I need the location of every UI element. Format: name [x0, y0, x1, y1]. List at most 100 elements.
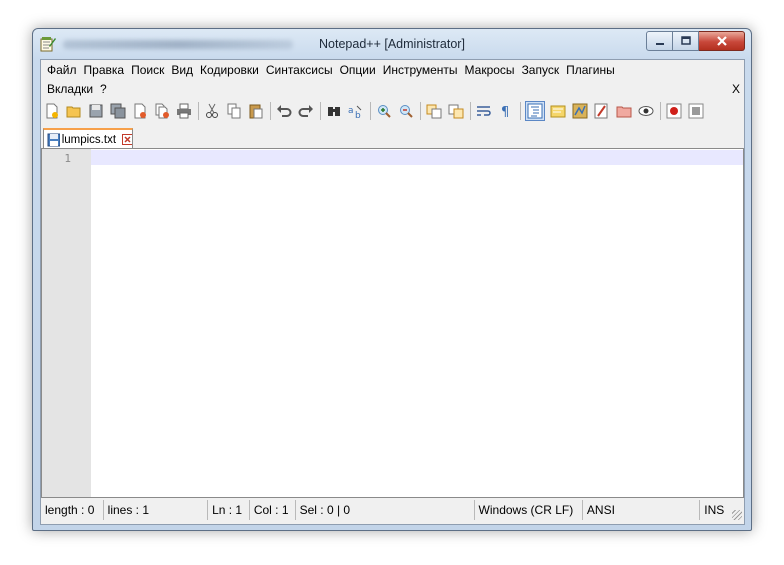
menu-language[interactable]: Синтаксисы [266, 62, 340, 79]
close-document-button[interactable]: X [732, 81, 740, 98]
menu-view[interactable]: Вид [171, 62, 200, 79]
open-file-icon [66, 106, 81, 118]
print-icon [177, 103, 191, 119]
status-selection: Sel : 0 | 0 [296, 500, 475, 520]
menu-run[interactable]: Запуск [522, 62, 567, 79]
toolbar-separator [198, 102, 199, 120]
zoom-in-button[interactable] [375, 102, 393, 120]
open-file-button[interactable] [65, 102, 83, 120]
record-macro-button[interactable] [665, 102, 683, 120]
svg-text:¶: ¶ [501, 105, 509, 119]
notepad-window: Notepad++ [Administrator] Файл Правка По… [32, 28, 752, 531]
close-icon [716, 36, 727, 46]
svg-text:b: b [355, 111, 361, 119]
redo-icon [298, 105, 313, 117]
sync-horizontal-button[interactable] [447, 102, 465, 120]
toolbar-separator [470, 102, 471, 120]
close-file-button[interactable] [131, 102, 149, 120]
close-file-icon [134, 103, 146, 119]
undo-icon [277, 105, 292, 117]
sync-vertical-icon [426, 104, 442, 119]
status-eol-format[interactable]: Windows (CR LF) [475, 500, 583, 520]
tab-bar: lumpics.txt [41, 124, 744, 149]
tab-close-icon[interactable] [122, 134, 132, 145]
function-list-button[interactable] [593, 102, 611, 120]
zoom-out-icon [400, 105, 413, 118]
show-all-chars-icon: ¶ [501, 105, 509, 119]
folder-workspace-button[interactable] [615, 102, 633, 120]
toolbar-separator [320, 102, 321, 120]
close-all-button[interactable] [153, 102, 171, 120]
redo-button[interactable] [297, 102, 315, 120]
menu-window[interactable]: Вкладки [47, 81, 100, 98]
menu-plugins[interactable]: Плагины [566, 62, 622, 79]
menu-bar: Файл Правка Поиск Вид Кодировки Синтакси… [41, 62, 744, 98]
stop-macro-icon [688, 103, 704, 119]
paste-button[interactable] [247, 102, 265, 120]
sync-horizontal-icon [448, 104, 464, 119]
function-list-icon [594, 103, 608, 119]
replace-button[interactable]: ab [347, 102, 365, 120]
save-icon [89, 104, 103, 118]
monitoring-button[interactable] [637, 102, 655, 120]
menu-settings[interactable]: Опции [340, 62, 383, 79]
menu-row-1: Файл Правка Поиск Вид Кодировки Синтакси… [47, 62, 622, 79]
print-button[interactable] [175, 102, 193, 120]
find-button[interactable] [325, 102, 343, 120]
show-all-chars-button[interactable]: ¶ [497, 102, 515, 120]
copy-button[interactable] [225, 102, 243, 120]
cut-button[interactable] [203, 102, 221, 120]
line-number-gutter: 1 [42, 149, 91, 497]
toolbar: ab ¶ [43, 100, 742, 122]
menu-edit[interactable]: Правка [84, 62, 132, 79]
resize-grip[interactable] [732, 510, 742, 520]
word-wrap-button[interactable] [475, 102, 493, 120]
tab-label: lumpics.txt [61, 133, 117, 146]
menu-search[interactable]: Поиск [131, 62, 171, 79]
replace-icon: ab [348, 105, 362, 119]
text-editor[interactable]: 1 [41, 148, 744, 498]
indent-guide-button[interactable] [525, 101, 545, 121]
menu-macro[interactable]: Макросы [465, 62, 522, 79]
minimize-button[interactable] [646, 31, 673, 51]
tab-lumpics-txt[interactable]: lumpics.txt [43, 128, 133, 149]
menu-tools[interactable]: Инструменты [383, 62, 465, 79]
menu-encoding[interactable]: Кодировки [200, 62, 266, 79]
status-line-number: Ln : 1 [208, 500, 250, 520]
folder-workspace-icon [616, 106, 632, 118]
menu-row-2: Вкладки ? [47, 81, 114, 98]
monitoring-icon [638, 106, 654, 116]
maximize-button[interactable] [673, 31, 699, 51]
paste-icon [249, 104, 263, 119]
undo-button[interactable] [275, 102, 293, 120]
cut-icon [206, 103, 218, 118]
save-button[interactable] [87, 102, 105, 120]
new-file-button[interactable] [43, 102, 61, 120]
doc-map-button[interactable] [571, 102, 589, 120]
stop-macro-button[interactable] [687, 102, 705, 120]
title-bar[interactable]: Notepad++ [Administrator] [33, 29, 751, 59]
toolbar-separator [420, 102, 421, 120]
current-line-highlight [91, 150, 743, 165]
record-macro-icon [666, 103, 682, 119]
word-wrap-icon [477, 106, 491, 116]
toolbar-separator [660, 102, 661, 120]
menu-file[interactable]: Файл [47, 62, 84, 79]
close-all-icon [155, 103, 169, 119]
save-all-button[interactable] [109, 102, 127, 120]
zoom-out-button[interactable] [397, 102, 415, 120]
menu-help[interactable]: ? [100, 81, 114, 98]
status-encoding[interactable]: ANSI [583, 500, 701, 520]
user-language-icon [550, 105, 566, 118]
close-window-button[interactable] [699, 31, 745, 51]
toolbar-separator [520, 102, 521, 120]
saved-file-icon [47, 133, 60, 146]
client-area: Файл Правка Поиск Вид Кодировки Синтакси… [40, 59, 745, 525]
find-icon [328, 107, 340, 116]
svg-text:a: a [348, 106, 354, 116]
toolbar-separator [270, 102, 271, 120]
sync-vertical-button[interactable] [425, 102, 443, 120]
new-file-icon [46, 103, 58, 119]
user-language-button[interactable] [549, 102, 567, 120]
window-title: Notepad++ [Administrator] [319, 37, 465, 51]
